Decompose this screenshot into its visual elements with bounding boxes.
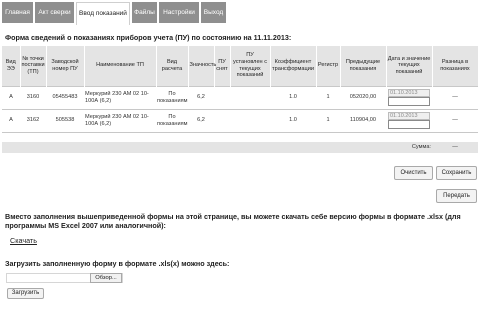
col-digits: Значность [188,46,216,86]
reading-value-input[interactable] [388,120,430,129]
sum-label: Сумма: [386,142,432,153]
cell-coefficient: 1.0 [270,85,316,109]
cell-current: 01.10.2013 [386,85,432,109]
cell-energy-type: А [2,85,20,109]
cell-point-number: 3162 [20,108,46,133]
tab-files[interactable]: Файлы [132,2,157,23]
tab-logout[interactable]: Выход [201,2,226,23]
reading-date-field: 01.10.2013 [388,112,430,120]
col-point-number: № точки поставки (ТП) [20,46,47,86]
cell-previous: 052020,00 [340,85,386,109]
cell-previous: 110904,00 [340,108,386,133]
tab-settings[interactable]: Настройки [159,2,199,23]
tab-bar: Главная Акт сверки Ввод показаний Файлы … [0,0,480,25]
cell-register: 1 [316,108,340,133]
col-difference: Разница в показаниях [432,46,479,86]
col-calc-type: Вид расчета [156,46,189,86]
cell-calc-type: По показаниям [156,108,188,133]
col-installed: ПУ установлен с текущих показаний [230,46,271,86]
reading-date-field: 01.10.2013 [388,89,430,97]
cell-point-name: Меркурий 230 АМ 02 10-100А (6,2) [84,108,156,133]
sum-row: Сумма: — [2,142,478,153]
download-link[interactable]: Скачать [10,236,37,245]
cell-digits: 6,2 [188,108,214,133]
cell-installed [230,108,270,133]
tab-home[interactable]: Главная [2,2,33,23]
cell-serial-number: 505538 [46,108,84,133]
page-title: Форма сведений о показаниях приборов уче… [5,33,292,42]
cell-calc-type: По показаниям [156,85,188,109]
cell-installed [230,85,270,109]
col-serial-number: Заводской номер ПУ [46,46,85,86]
cell-difference: — [432,85,478,109]
table-row: А 3162 505538 Меркурий 230 АМ 02 10-100А… [2,108,478,133]
tab-reconciliation-act[interactable]: Акт сверки [35,2,74,23]
col-coefficient: Коэффициент трансформации [270,46,317,86]
table-row: А 3160 05455483 Меркурий 230 АМ 02 10-10… [2,85,478,109]
col-removed: ПУ снят [214,46,231,86]
sum-value: — [432,142,478,153]
col-previous: Предыдущие показания [340,46,387,86]
col-register: Регистр [316,46,341,86]
upload-label: Загрузить заполненную форму в формате .x… [5,259,230,268]
excel-info-text: Вместо заполнения вышеприведенной формы … [5,212,461,230]
browse-button[interactable]: Обзор... [90,273,122,283]
cell-removed [214,108,230,133]
cell-coefficient: 1.0 [270,108,316,133]
cell-point-number: 3160 [20,85,46,109]
upload-button[interactable]: Загрузить [7,288,44,299]
col-energy-type: Вид ЭЭ [2,46,21,86]
col-current: Дата и значение текущих показаний [386,46,433,86]
clear-button[interactable]: Очистить [394,166,433,180]
cell-register: 1 [316,85,340,109]
cell-difference: — [432,108,478,133]
cell-energy-type: А [2,108,20,133]
submit-button[interactable]: Передать [436,189,477,203]
table-header: Вид ЭЭ № точки поставки (ТП) Заводской н… [2,46,479,86]
cell-serial-number: 05455483 [46,85,84,109]
cell-digits: 6,2 [188,85,214,109]
save-button[interactable]: Сохранить [436,166,477,180]
readings-table: Вид ЭЭ № точки поставки (ТП) Заводской н… [2,46,479,153]
tab-meter-readings[interactable]: Ввод показаний [76,2,130,25]
col-point-name: Наименование ТП [84,46,157,86]
cell-current: 01.10.2013 [386,108,432,133]
cell-point-name: Меркурий 230 АМ 02 10-100А (6,2) [84,85,156,109]
cell-removed [214,85,230,109]
reading-value-input[interactable] [388,97,430,106]
